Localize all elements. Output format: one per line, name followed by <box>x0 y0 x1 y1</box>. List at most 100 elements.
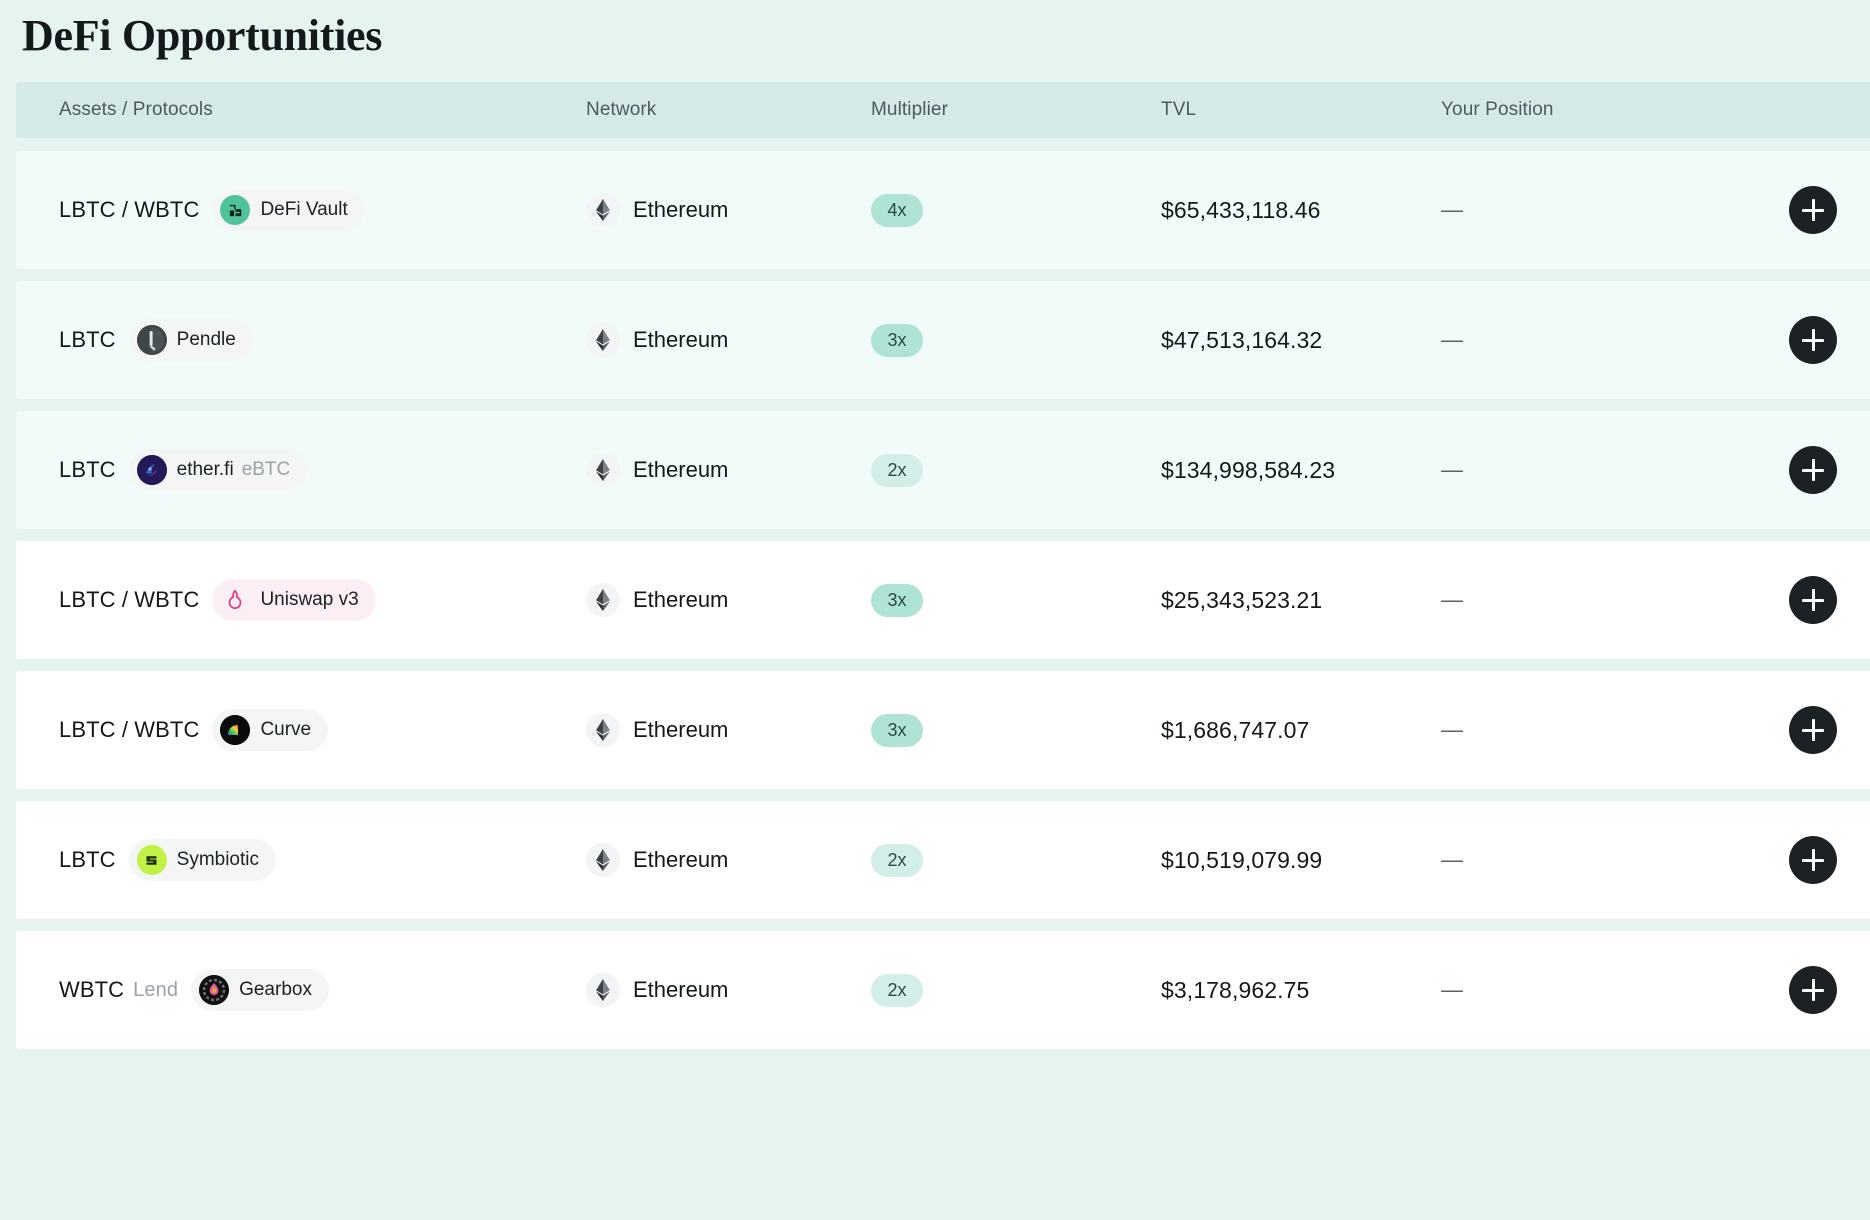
protocol-badge[interactable]: DeFi Vault <box>212 189 365 232</box>
plus-icon <box>1802 589 1824 612</box>
protocol-label: DeFi Vault <box>260 199 348 221</box>
network-label: Ethereum <box>633 327 729 353</box>
tvl-value: $10,519,079.99 <box>1161 846 1323 873</box>
cell-multiplier: 3x <box>871 323 1161 357</box>
tvl-value: $25,343,523.21 <box>1161 586 1323 613</box>
protocol-badge[interactable]: ether.fi eBTC <box>128 449 308 492</box>
protocol-badge[interactable]: Curve <box>212 709 329 752</box>
network-label: Ethereum <box>633 587 729 613</box>
cell-tvl: $25,343,523.21 <box>1161 587 1441 614</box>
add-position-button[interactable] <box>1789 836 1837 885</box>
cell-assets: LBTC / WBTC Uniswap v3 <box>16 579 586 622</box>
add-position-button[interactable] <box>1789 576 1837 625</box>
cell-network: Ethereum <box>586 583 871 618</box>
cell-position: — <box>1441 197 1741 223</box>
position-value: — <box>1441 327 1463 353</box>
cell-assets: LBTC ether.fi eBTC <box>16 449 586 492</box>
ethereum-icon <box>586 713 620 748</box>
cell-tvl: $3,178,962.75 <box>1161 977 1441 1004</box>
cell-tvl: $10,519,079.99 <box>1161 847 1441 874</box>
cell-action <box>1741 836 1870 885</box>
cell-action <box>1741 446 1870 495</box>
table-row[interactable]: LBTC ether.fi eBTC Ethereum 2x $134,998,584.2… <box>16 411 1870 530</box>
cell-tvl: $134,998,584.23 <box>1161 457 1441 484</box>
table-row[interactable]: LBTC / WBTC DeFi Vault Ethereum 4x $65,433,1… <box>16 151 1870 270</box>
column-header-multiplier: Multiplier <box>871 99 949 121</box>
add-position-button[interactable] <box>1789 706 1837 755</box>
cell-assets: LBTC / WBTC DeFi Vault <box>16 189 586 232</box>
cell-position: — <box>1441 327 1741 353</box>
cell-position: — <box>1441 457 1741 483</box>
protocol-suffix: eBTC <box>241 459 291 481</box>
cell-network: Ethereum <box>586 193 871 228</box>
asset-name: LBTC <box>59 457 116 483</box>
table-header-row: Assets / Protocols Network Multiplier TV… <box>16 82 1870 139</box>
cell-position: — <box>1441 977 1741 1003</box>
uniswap-icon <box>220 585 250 615</box>
column-header-assets: Assets / Protocols <box>59 99 213 121</box>
multiplier-badge: 3x <box>871 713 923 747</box>
cell-multiplier: 2x <box>871 843 1161 877</box>
plus-icon <box>1802 199 1824 222</box>
protocol-badge[interactable]: Pendle <box>128 319 253 362</box>
cell-multiplier: 2x <box>871 453 1161 487</box>
network-label: Ethereum <box>633 717 729 743</box>
protocol-badge[interactable]: Symbiotic <box>128 839 276 882</box>
cell-multiplier: 3x <box>871 583 1161 617</box>
cell-tvl: $1,686,747.07 <box>1161 717 1441 744</box>
multiplier-badge: 2x <box>871 973 923 1007</box>
gearbox-icon <box>199 975 230 1006</box>
cell-action <box>1741 186 1870 235</box>
asset-name: LBTC <box>59 847 116 873</box>
cell-network: Ethereum <box>586 453 871 488</box>
add-position-button[interactable] <box>1789 446 1837 495</box>
table-row[interactable]: LBTC / WBTC Uniswap v3 Ethereum 3x $25,343,5… <box>16 541 1870 660</box>
cell-assets: LBTC Symbiotic <box>16 839 586 882</box>
cell-assets: LBTC / WBTC Curve <box>16 709 586 752</box>
cell-multiplier: 2x <box>871 973 1161 1007</box>
add-position-button[interactable] <box>1789 316 1837 365</box>
table-row[interactable]: WBTC Lend Gearbox Ethereum 2x $3,178,962.75 — <box>16 931 1870 1050</box>
asset-name: LBTC / WBTC <box>59 717 200 743</box>
multiplier-badge: 2x <box>871 453 923 487</box>
protocol-badge[interactable]: Uniswap v3 <box>212 579 376 622</box>
plus-icon <box>1802 459 1824 482</box>
table-row[interactable]: LBTC Pendle Ethereum 3x $47,513,164.32 — <box>16 281 1870 400</box>
tvl-value: $47,513,164.32 <box>1161 326 1323 353</box>
curve-icon <box>220 715 251 746</box>
network-label: Ethereum <box>633 197 729 223</box>
plus-icon <box>1802 329 1824 352</box>
table-row[interactable]: LBTC Symbiotic Ethereum 2x $10,519,079.99 — <box>16 801 1870 920</box>
multiplier-badge: 3x <box>871 323 923 357</box>
cell-tvl: $47,513,164.32 <box>1161 327 1441 354</box>
position-value: — <box>1441 847 1463 873</box>
network-label: Ethereum <box>633 457 729 483</box>
ethereum-icon <box>586 843 620 878</box>
tvl-value: $1,686,747.07 <box>1161 716 1310 743</box>
multiplier-badge: 2x <box>871 843 923 877</box>
position-value: — <box>1441 457 1463 483</box>
add-position-button[interactable] <box>1789 186 1837 235</box>
ethereum-icon <box>586 323 620 358</box>
cell-network: Ethereum <box>586 973 871 1008</box>
position-value: — <box>1441 977 1463 1003</box>
add-position-button[interactable] <box>1789 966 1837 1015</box>
protocol-label: Symbiotic <box>176 849 259 871</box>
position-value: — <box>1441 197 1463 223</box>
tvl-value: $65,433,118.46 <box>1161 196 1321 223</box>
position-value: — <box>1441 717 1463 743</box>
protocol-label: ether.fi <box>176 459 234 481</box>
defi-opportunities-page: DeFi Opportunities Assets / Protocols Ne… <box>0 0 1870 1220</box>
defi-vault-icon <box>220 195 251 226</box>
asset-name: WBTC <box>59 977 125 1003</box>
cell-assets: WBTC Lend Gearbox <box>16 969 586 1012</box>
protocol-badge[interactable]: Gearbox <box>191 969 329 1012</box>
cell-action <box>1741 966 1870 1015</box>
asset-name: LBTC / WBTC <box>59 587 200 613</box>
cell-position: — <box>1441 847 1741 873</box>
protocol-label: Gearbox <box>239 979 312 1001</box>
table-row[interactable]: LBTC / WBTC Curve Ethereum 3x $1,686,747.07 — <box>16 671 1870 790</box>
ethereum-icon <box>586 453 620 488</box>
asset-subtype: Lend <box>133 978 179 1001</box>
multiplier-badge: 4x <box>871 193 923 227</box>
